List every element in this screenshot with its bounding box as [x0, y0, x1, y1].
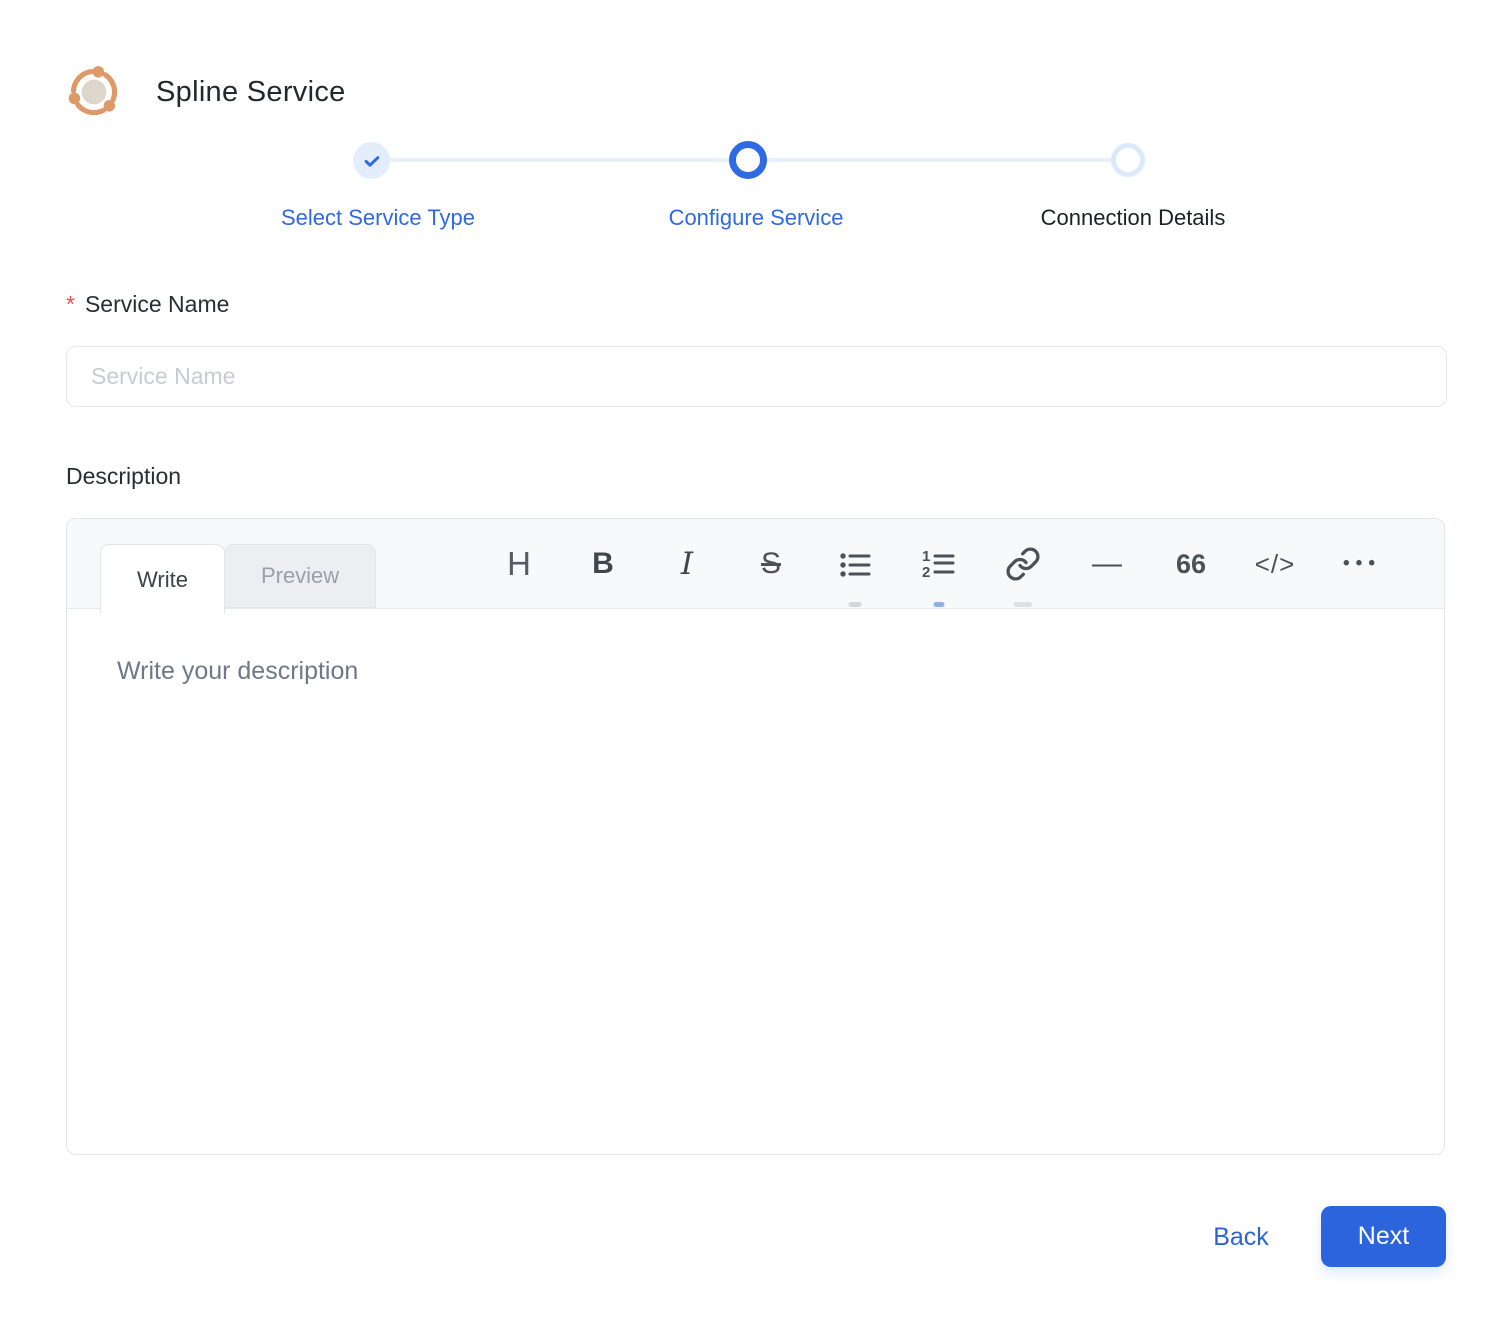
editor-toolbar: Write Preview H B I S 1 2 — 66 </> ••• — [67, 519, 1444, 614]
more-options-icon: ••• — [1343, 553, 1381, 574]
service-name-label-text: Service Name — [84, 291, 230, 317]
tab-preview[interactable]: Preview — [223, 544, 377, 608]
service-name-label: * Service Name — [66, 291, 229, 318]
link-button[interactable] — [981, 519, 1065, 609]
next-button[interactable]: Next — [1321, 1206, 1446, 1267]
description-editor-input[interactable] — [67, 609, 1444, 1154]
heading-icon: H — [507, 545, 531, 582]
horizontal-rule-button[interactable]: — — [1065, 519, 1149, 609]
strikethrough-icon: S — [760, 547, 781, 580]
step-configure-service[interactable] — [729, 141, 767, 179]
step-label-select-service-type[interactable]: Select Service Type — [281, 205, 475, 231]
tab-write[interactable]: Write — [100, 544, 225, 614]
quote-icon: 66 — [1175, 548, 1207, 579]
back-button[interactable]: Back — [1196, 1216, 1286, 1258]
description-label-text: Description — [66, 463, 182, 489]
bold-icon: B — [592, 547, 614, 580]
stepper-connector-line — [371, 158, 748, 162]
clipped-icon-remnant — [933, 602, 945, 607]
more-button[interactable]: ••• — [1317, 519, 1401, 609]
page-header: Spline Service — [58, 56, 346, 128]
stepper-connector-line — [748, 158, 1128, 162]
svg-text:2: 2 — [922, 564, 930, 581]
service-name-input[interactable] — [66, 346, 1447, 407]
page-title: Spline Service — [156, 75, 346, 108]
spline-service-logo-icon — [68, 66, 118, 116]
description-label: Description — [66, 463, 181, 490]
heading-button[interactable]: H — [477, 519, 561, 609]
italic-icon: I — [680, 546, 694, 582]
check-icon — [364, 155, 379, 167]
required-asterisk: * — [66, 291, 75, 317]
svg-text:1: 1 — [922, 548, 930, 565]
unordered-list-button[interactable] — [813, 519, 897, 609]
tab-preview-label: Preview — [260, 563, 340, 588]
code-icon: </> — [1254, 548, 1296, 579]
strikethrough-button[interactable]: S — [729, 519, 813, 609]
step-connection-details[interactable] — [1111, 143, 1145, 177]
ordered-list-icon: 1 2 — [922, 548, 955, 581]
step-label-connection-details[interactable]: Connection Details — [1041, 205, 1226, 231]
step-label-configure-service[interactable]: Configure Service — [669, 205, 844, 231]
ordered-list-button[interactable]: 1 2 — [897, 519, 981, 609]
quote-button[interactable]: 66 — [1149, 519, 1233, 609]
editor-tabs: Write Preview — [100, 544, 377, 614]
editor-toolbar-buttons: H B I S 1 2 — 66 </> ••• — [477, 519, 1401, 609]
italic-button[interactable]: I — [645, 519, 729, 609]
description-markdown-editor: Write Preview H B I S 1 2 — 66 </> ••• W… — [66, 518, 1445, 1155]
step-select-service-type[interactable] — [353, 142, 390, 179]
code-button[interactable]: </> — [1233, 519, 1317, 609]
horizontal-rule-icon: — — [1092, 547, 1122, 580]
tab-write-label: Write — [137, 566, 188, 592]
bold-button[interactable]: B — [561, 519, 645, 609]
link-icon — [1006, 547, 1040, 581]
unordered-list-icon — [840, 553, 871, 577]
clipped-icon-remnant — [1014, 602, 1032, 607]
clipped-icon-remnant — [848, 602, 862, 607]
